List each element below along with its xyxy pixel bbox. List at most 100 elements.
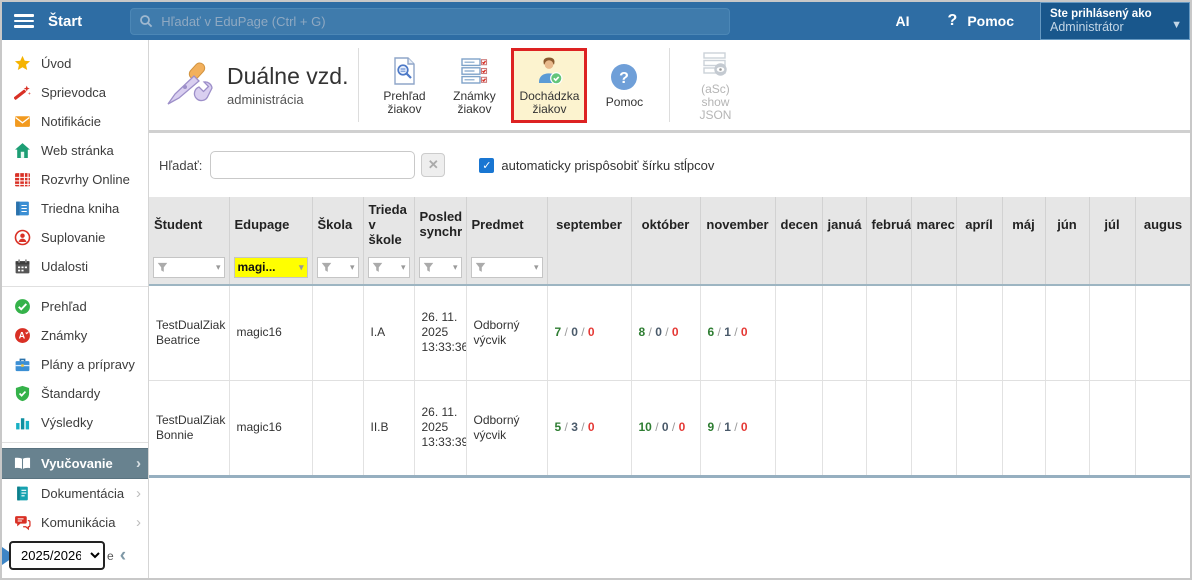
column-header[interactable]: marec [911, 197, 956, 251]
separator: / [578, 325, 588, 339]
filter-cell: ▾ [363, 251, 414, 285]
filter-cell [1002, 251, 1045, 285]
sidebar-item-znamky[interactable]: AZnámky [2, 321, 148, 350]
page-title: Duálne vzd. [227, 63, 348, 90]
sidebar-item-komunikacia[interactable]: Komunikácia› [2, 508, 148, 537]
last-sync-cell: 26. 11. 2025 13:33:39 [414, 380, 466, 475]
svg-text:?: ? [620, 70, 630, 87]
sidebar-group-divider [2, 286, 148, 287]
chevron-down-icon: ▾ [213, 260, 221, 275]
sidebar-item-plany-a-pripravy[interactable]: Plány a prípravy [2, 350, 148, 379]
sidebar-item-notifikacie[interactable]: Notifikácie [2, 107, 148, 136]
month-attendance-cell [1135, 285, 1190, 380]
chevron-down-icon: ▾ [296, 260, 304, 275]
table-row[interactable]: TestDualZiak Bonniemagic16II.B26. 11. 20… [149, 380, 1190, 475]
sidebar-item-label: Prehľad [41, 299, 87, 314]
sidebar-item-label: Notifikácie [41, 114, 101, 129]
main-content: Duálne vzd. administrácia Prehľad žiakov… [149, 40, 1190, 578]
sidebar-item-standardy[interactable]: Štandardy [2, 379, 148, 408]
sidebar-item-uvod[interactable]: Úvod [2, 49, 148, 78]
help-question-icon[interactable]: ? [948, 12, 958, 30]
sidebar-item-rozvrhy-online[interactable]: Rozvrhy Online [2, 165, 148, 194]
sidebar-item-prehlad[interactable]: Prehľad [2, 292, 148, 321]
column-filter-dropdown[interactable]: ▾ [317, 257, 359, 278]
column-header[interactable]: október [631, 197, 700, 251]
chevron-right-icon: › [136, 455, 141, 472]
clear-search-button[interactable]: ✕ [421, 153, 445, 177]
month-attendance-cell [1002, 380, 1045, 475]
dochadzka-ziakov-button[interactable]: Dochádzka žiakov [511, 48, 587, 123]
month-attendance-cell [1002, 285, 1045, 380]
sidebar-item-label: Úvod [41, 56, 71, 71]
sidebar-item-sprievodca[interactable]: Sprievodca [2, 78, 148, 107]
sidebar-item-vyucovanie[interactable]: Vyučovanie› [2, 448, 148, 479]
column-header[interactable]: Edupage [229, 197, 312, 251]
sidebar-item-web-stranka[interactable]: Web stránka [2, 136, 148, 165]
check-circle-icon [14, 298, 31, 315]
logged-in-as-label: Ste prihlásený ako [1050, 8, 1169, 20]
column-header[interactable]: januá [822, 197, 866, 251]
column-header[interactable]: decen [775, 197, 822, 251]
column-filter-dropdown[interactable]: ▾ [471, 257, 543, 278]
filter-cell [631, 251, 700, 285]
global-search[interactable] [130, 8, 730, 35]
sidebar-item-label: Známky [41, 328, 87, 343]
column-header[interactable]: september [547, 197, 631, 251]
column-filter-dropdown[interactable]: ▾ [419, 257, 462, 278]
column-header[interactable]: november [700, 197, 775, 251]
prehlad-ziakov-button[interactable]: Prehľad žiakov [371, 48, 437, 123]
filter-cell [775, 251, 822, 285]
separator: / [731, 420, 741, 434]
column-header[interactable]: Predmet [466, 197, 547, 251]
pomoc-button[interactable]: ?Pomoc [591, 54, 657, 116]
help-button[interactable]: Pomoc [967, 13, 1014, 29]
school-year-select[interactable]: 2025/2026 [9, 541, 105, 570]
column-header[interactable]: Posled synchr [414, 197, 466, 251]
start-menu-button[interactable]: Štart [48, 13, 82, 30]
autosize-columns-checkbox[interactable]: ✓ [479, 158, 494, 173]
column-header[interactable]: máj [1002, 197, 1045, 251]
document-icon [14, 485, 31, 502]
sidebar-item-udalosti[interactable]: Udalosti [2, 252, 148, 281]
attendance-values: 10 / 0 / 0 [639, 420, 686, 434]
collapse-sidebar-icon[interactable]: ‹ [120, 545, 126, 567]
content-empty-area [149, 478, 1190, 578]
column-filter-dropdown[interactable]: ▾ [153, 257, 225, 278]
chevron-right-icon: › [136, 485, 141, 502]
separator: / [714, 325, 724, 339]
filter-cell [956, 251, 1002, 285]
column-header[interactable]: júl [1089, 197, 1135, 251]
column-filter-dropdown[interactable]: ▾ [368, 257, 410, 278]
sidebar-item-suplovanie[interactable]: Suplovanie [2, 223, 148, 252]
page-subtitle: administrácia [227, 92, 348, 107]
asc-json-icon [700, 49, 730, 79]
column-header[interactable]: augus [1135, 197, 1190, 251]
sidebar-item-triedna-kniha[interactable]: Triedna kniha [2, 194, 148, 223]
column-header[interactable]: Trieda v škole [363, 197, 414, 251]
shield-check-icon [14, 385, 31, 402]
table-row[interactable]: TestDualZiak Beatricemagic16I.A26. 11. 2… [149, 285, 1190, 380]
attendance-number: 3 [571, 420, 578, 434]
separator: / [645, 325, 655, 339]
sidebar-item-vysledky[interactable]: Výsledky [2, 408, 148, 437]
table-filter-bar: Hľadať: ✕ ✓ automaticky prispôsobiť šírk… [149, 133, 1190, 197]
sidebar-item-dokumentacia[interactable]: Dokumentácia› [2, 479, 148, 508]
column-header[interactable]: apríl [956, 197, 1002, 251]
filter-cell: ▾ [466, 251, 547, 285]
column-header[interactable]: Študent [149, 197, 229, 251]
column-filter-dropdown[interactable]: magi...▾ [234, 257, 308, 278]
table-search-input[interactable] [210, 151, 415, 179]
separator: / [561, 420, 571, 434]
ai-button[interactable]: AI [896, 13, 910, 29]
column-header[interactable]: jún [1045, 197, 1089, 251]
column-header[interactable]: februá [866, 197, 911, 251]
logged-in-user-menu[interactable]: Ste prihlásený ako Administrátor ▼ [1040, 2, 1190, 40]
school-cell [312, 380, 363, 475]
znamky-ziakov-button[interactable]: Známky žiakov [441, 48, 507, 123]
envelope-icon [14, 113, 31, 130]
filter-cell: ▾ [312, 251, 363, 285]
star-icon [14, 55, 31, 72]
global-search-input[interactable] [161, 14, 721, 29]
column-header[interactable]: Škola [312, 197, 363, 251]
hamburger-menu-icon[interactable] [14, 11, 34, 31]
